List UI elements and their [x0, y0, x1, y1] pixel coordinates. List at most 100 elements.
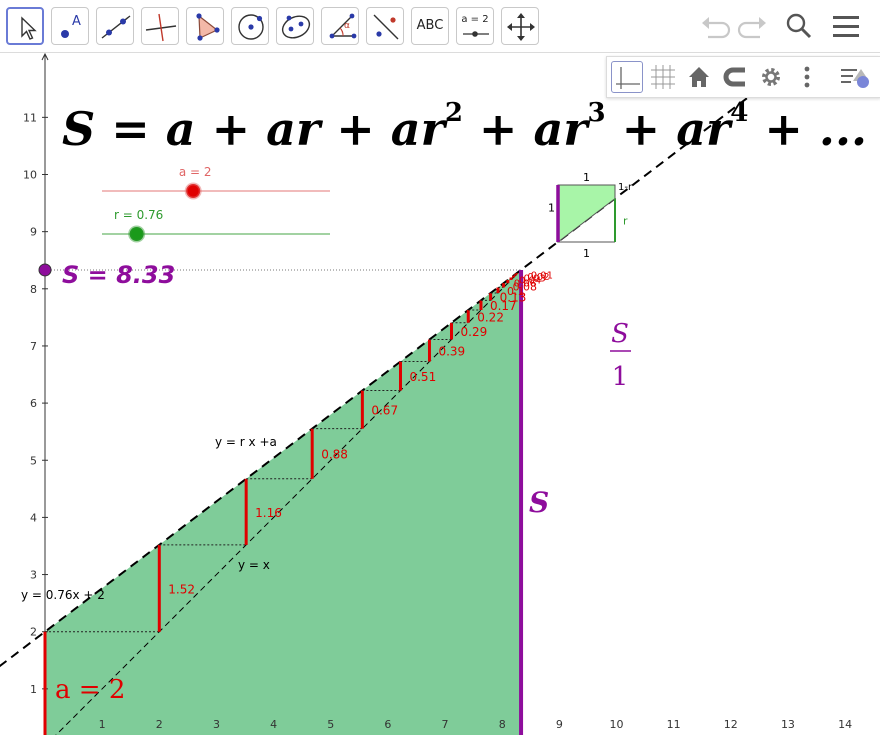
line-tool[interactable]	[96, 7, 134, 45]
angle-tool[interactable]: α	[321, 7, 359, 45]
slider-knob[interactable]	[184, 182, 202, 200]
text-tool[interactable]: ABC	[411, 7, 449, 45]
settings-icon	[762, 68, 780, 86]
search-button[interactable]	[780, 8, 818, 46]
circle-tool[interactable]	[231, 7, 269, 45]
polygon-tool[interactable]	[186, 7, 224, 45]
x-tick-label: 6	[384, 718, 391, 731]
style-bar-toggle-button[interactable]	[839, 61, 871, 93]
undo-icon	[702, 17, 731, 39]
square-trapezoid	[557, 184, 616, 244]
term-label: 1.52	[168, 582, 195, 596]
y-tick-label: 10	[23, 169, 37, 182]
x-tick-label: 12	[724, 718, 738, 731]
y-tick-label: 9	[30, 226, 37, 239]
x-tick-label: 8	[499, 718, 506, 731]
perpendicular-line-tool[interactable]	[141, 7, 179, 45]
x-tick-label: 5	[327, 718, 334, 731]
snap-icon	[723, 67, 745, 87]
term-label: 0.01	[531, 271, 553, 282]
menu-button[interactable]	[827, 8, 865, 46]
x-tick-label: 13	[781, 718, 795, 731]
square-left-label: 1	[548, 202, 555, 215]
perpendicular-icon	[145, 13, 177, 42]
term-label: 0.67	[371, 404, 398, 418]
x-tick-label: 1	[99, 718, 106, 731]
toggle-grid-button[interactable]	[647, 61, 679, 93]
point-icon	[61, 30, 69, 38]
line-icon	[101, 15, 131, 39]
grid-icon	[651, 65, 675, 89]
style-toggle-icon	[841, 69, 869, 88]
polygon-icon	[196, 13, 220, 41]
toolbar: A α ABC a = 2	[0, 0, 880, 53]
conic-tool[interactable]	[276, 7, 314, 45]
point-capturing-button[interactable]	[719, 61, 751, 93]
circle-icon	[238, 14, 264, 40]
term-label: 0.51	[409, 370, 436, 384]
sum-label: S = 8.33	[62, 261, 175, 289]
x-tick-label: 4	[270, 718, 277, 731]
arrow-cursor-icon	[21, 16, 37, 40]
slider-knob[interactable]	[128, 225, 146, 243]
x-tick-label: 3	[213, 718, 220, 731]
term-label: 0.39	[438, 345, 465, 359]
x-tick-label: 10	[610, 718, 624, 731]
y-tick-label: 2	[30, 626, 37, 639]
sum-point	[38, 263, 52, 277]
y-tick-label: 7	[30, 340, 37, 353]
x-tick-label: 11	[667, 718, 681, 731]
fraction-numerator: S	[611, 319, 629, 349]
move-graphics-tool[interactable]	[501, 7, 539, 45]
axes-icon	[616, 67, 640, 89]
s-bar-label: S	[529, 486, 549, 519]
square-top-label: 1	[583, 171, 590, 184]
line-yx-label: y = x	[238, 558, 270, 572]
standard-view-button[interactable]	[683, 61, 715, 93]
angle-icon	[329, 13, 357, 39]
term-label: 1.16	[255, 506, 282, 520]
term-label: 0.29	[461, 325, 488, 339]
reflect-tool[interactable]	[366, 7, 404, 45]
slider-label: a = 2	[179, 165, 212, 179]
redo-button[interactable]	[734, 8, 772, 46]
menu-icon	[833, 16, 859, 37]
search-icon	[786, 13, 812, 39]
home-icon	[689, 67, 709, 87]
square-bottom-label: 1	[583, 247, 590, 260]
move-arrows-icon	[507, 13, 535, 41]
y-tick-label: 1	[30, 683, 37, 696]
toggle-axes-button[interactable]	[611, 61, 643, 93]
term-label: 0.88	[321, 448, 348, 462]
series-formula[interactable]: S = a + ar + ar2 + ar3 + ar4 + ...	[62, 98, 867, 156]
more-options-button[interactable]	[791, 61, 823, 93]
slider-tool[interactable]: a = 2	[456, 7, 494, 45]
y-tick-label: 3	[30, 569, 37, 582]
graphics-style-bar	[606, 56, 880, 98]
settings-button[interactable]	[755, 61, 787, 93]
y-tick-label: 8	[30, 283, 37, 296]
y-tick-label: 5	[30, 454, 37, 467]
y-tick-label: 6	[30, 397, 37, 410]
ellipse-icon	[281, 15, 311, 39]
y-tick-label: 11	[23, 111, 37, 124]
line-equation-label: y = 0.76x + 2	[21, 588, 105, 602]
x-tick-label: 14	[838, 718, 852, 731]
square-right-label: r	[623, 214, 628, 227]
text-icon: ABC	[416, 18, 444, 33]
point-tool[interactable]: A	[51, 7, 89, 45]
a-equals-label: a = 2	[55, 675, 125, 705]
slider-icon	[463, 31, 489, 37]
x-tick-label: 9	[556, 718, 563, 731]
x-tick-label: 2	[156, 718, 163, 731]
y-tick-label: 4	[30, 511, 37, 524]
square-corner-label: 1-r	[618, 182, 633, 193]
redo-icon	[737, 17, 766, 39]
undo-button[interactable]	[696, 8, 734, 46]
move-tool[interactable]	[6, 7, 44, 45]
x-tick-label: 7	[442, 718, 449, 731]
reflect-icon	[373, 14, 399, 40]
slider-label: r = 0.76	[114, 208, 163, 222]
line-rx-label: y = r x +a	[215, 435, 277, 449]
fraction-denominator: 1	[612, 362, 629, 392]
